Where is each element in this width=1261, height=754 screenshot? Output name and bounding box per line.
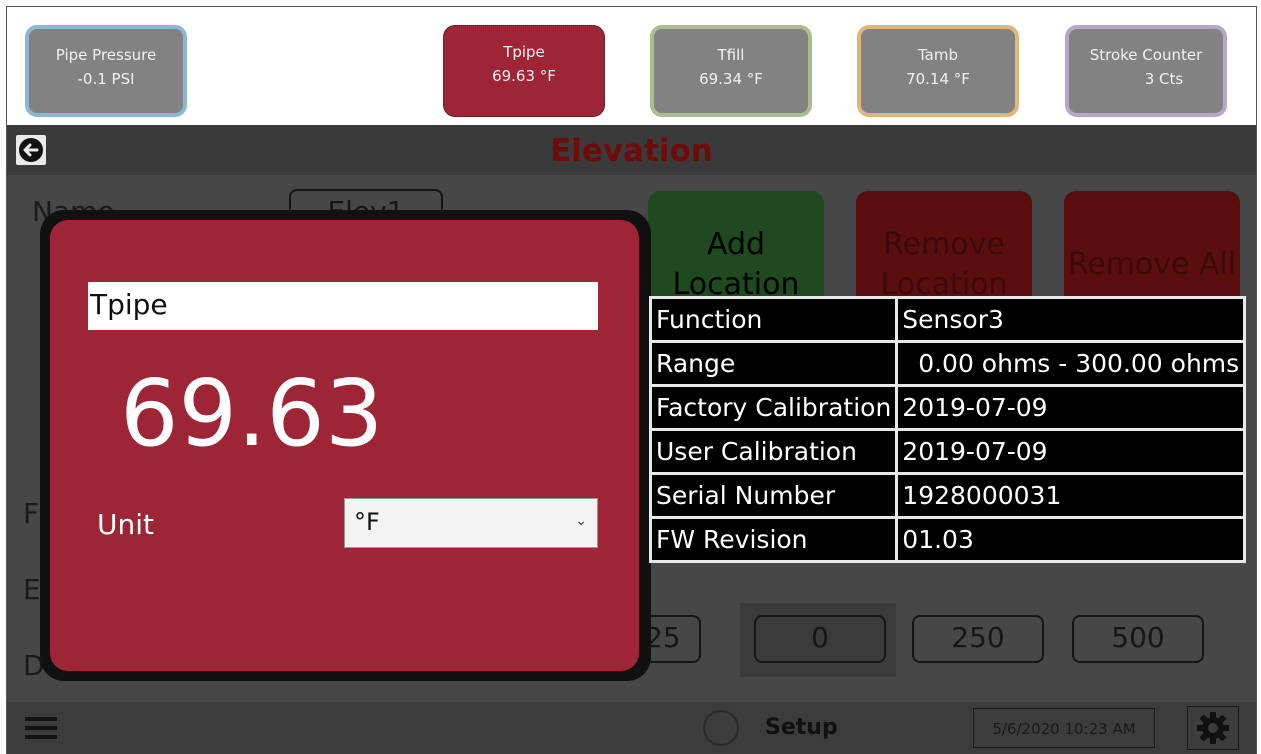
sensor-name: Tpipe [503,43,545,61]
sensor-value: 69.34 °F [699,70,763,88]
sensor-tile-tpipe[interactable]: Tpipe 69.63 °F [443,25,605,117]
info-value: 2019-07-09 [895,428,1247,475]
app-window: Pipe Pressure -0.1 PSI Tpipe 69.63 °F Tf… [6,6,1257,754]
setup-label[interactable]: Setup [765,715,838,740]
info-key: User Calibration [648,428,899,475]
sensor-name-field[interactable]: Tpipe [88,282,598,330]
sensor-value: -0.1 PSI [77,70,135,88]
sensor-tile-stroke-counter[interactable]: Stroke Counter 3 Cts [1065,25,1227,117]
hamburger-menu-icon[interactable] [25,715,57,745]
sensor-value: 70.14 °F [906,70,970,88]
title-bar: Elevation [7,125,1256,175]
datetime-display: 5/6/2020 10:23 AM [973,708,1155,748]
sensor-name: Tamb [917,46,958,64]
gear-icon[interactable] [1187,706,1239,750]
info-key: Range [648,340,899,387]
sensor-detail-popup: Tpipe 69.63 Unit °F ⌄ [40,210,651,681]
chevron-down-icon: ⌄ [575,513,587,529]
table-row: Serial Number 1928000031 [648,472,1247,519]
sensor-name: Tfill [717,46,745,64]
table-row: Factory Calibration 2019-07-09 [648,384,1247,431]
sensor-bar: Pipe Pressure -0.1 PSI Tpipe 69.63 °F Tf… [7,7,1256,125]
info-value: 2019-07-09 [895,384,1247,431]
unit-select[interactable]: °F ⌄ [344,498,598,548]
sensor-tile-tamb[interactable]: Tamb 70.14 °F [857,25,1019,117]
unit-selected-value: °F [354,508,380,536]
page-title: Elevation [550,133,713,169]
info-key: Factory Calibration [648,384,899,431]
table-row: Function Sensor3 [648,296,1247,343]
sensor-name: Stroke Counter [1089,46,1203,64]
sensor-value: 69.63 °F [492,67,556,85]
info-value: 0.00 ohms - 300.00 ohms [895,340,1247,387]
sensor-value: 3 Cts [1144,70,1184,88]
unit-label: Unit [97,508,154,541]
sensor-name: Pipe Pressure [55,46,157,64]
table-row: User Calibration 2019-07-09 [648,428,1247,475]
bottom-bar: Setup 5/6/2020 10:23 AM [7,702,1256,754]
distance-cell[interactable]: 500 [1072,615,1204,663]
sensor-tile-tfill[interactable]: Tfill 69.34 °F [650,25,812,117]
distance-cell[interactable]: 0 [754,615,886,663]
info-value: 01.03 [895,516,1247,563]
distance-cell[interactable]: 250 [912,615,1044,663]
sensor-info-table: Function Sensor3 Range 0.00 ohms - 300.0… [648,296,1247,563]
row-label-e: E [23,573,41,606]
table-row: FW Revision 01.03 [648,516,1247,563]
sensor-tile-pipe-pressure[interactable]: Pipe Pressure -0.1 PSI [25,25,187,117]
info-key: Serial Number [648,472,899,519]
table-row: Range 0.00 ohms - 300.00 ohms [648,340,1247,387]
status-circle-icon [703,710,739,746]
sensor-value-display: 69.63 [120,360,384,467]
row-label-f: F [23,497,40,530]
info-key: Function [648,296,899,343]
info-value: 1928000031 [895,472,1247,519]
info-value: Sensor3 [895,296,1247,343]
popup-panel: Tpipe 69.63 Unit °F ⌄ [50,220,639,671]
info-key: FW Revision [648,516,899,563]
